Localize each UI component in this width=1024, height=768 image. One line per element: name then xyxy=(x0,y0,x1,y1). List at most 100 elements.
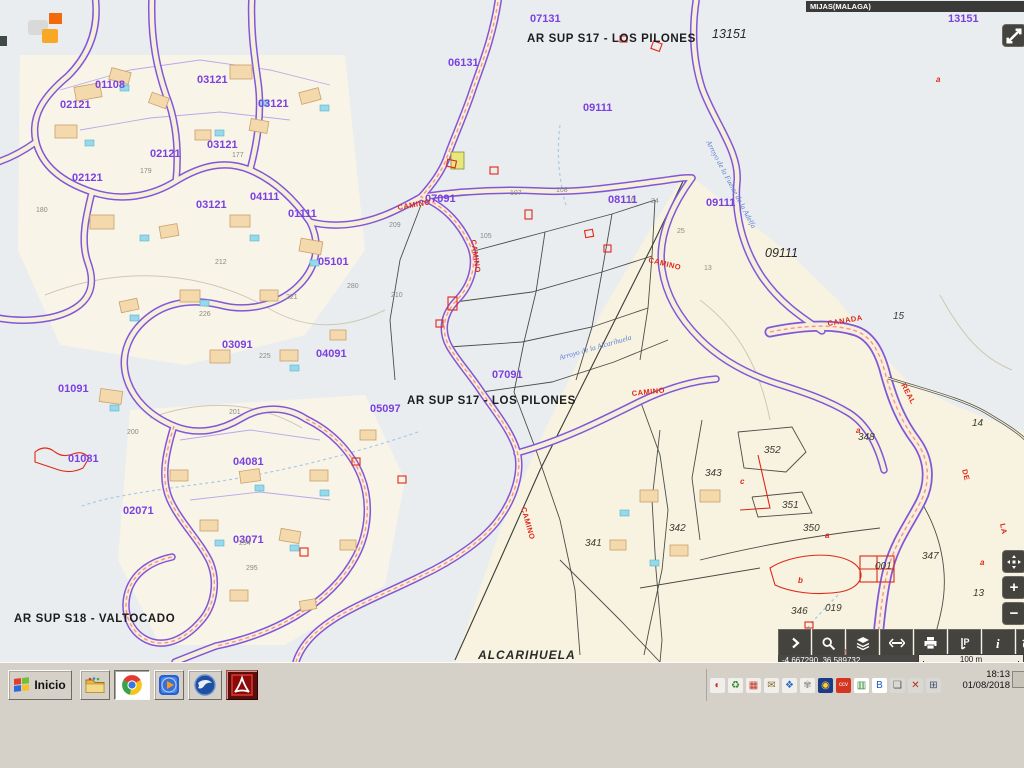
antivirus-icon[interactable]: ▦ xyxy=(746,678,761,693)
map-label: 200 xyxy=(127,429,139,436)
map-label: 350 xyxy=(803,523,820,534)
map-label: 01111 xyxy=(288,208,317,220)
network-icon[interactable]: ⊞ xyxy=(926,678,941,693)
map-label: 019 xyxy=(825,603,842,614)
map-label: 06131 xyxy=(448,57,479,69)
bluetooth-icon[interactable]: B xyxy=(872,678,887,693)
toolbar-info-button[interactable]: i xyxy=(982,629,1015,657)
map-label: 13151 xyxy=(712,27,747,41)
printer-icon xyxy=(923,636,938,650)
map-label: 294 xyxy=(239,540,251,547)
map-label: 09111 xyxy=(583,102,612,114)
printer-icon[interactable]: ❑ xyxy=(890,678,905,693)
map-label: a xyxy=(980,558,985,567)
mail-icon[interactable]: ✉ xyxy=(764,678,779,693)
map-label: 05097 xyxy=(370,403,401,415)
recycle-icon[interactable]: ♻ xyxy=(728,678,743,693)
expand-icon xyxy=(1003,24,1024,48)
map-label: 13151 xyxy=(948,13,979,25)
map-label: a xyxy=(856,426,861,435)
map-label: 226 xyxy=(199,311,211,318)
map-label: 108 xyxy=(556,187,568,194)
map-label: 03121 xyxy=(207,139,238,151)
windows-logo-icon xyxy=(14,677,30,693)
svg-text:P: P xyxy=(963,637,969,647)
thunderbird-icon xyxy=(193,673,217,697)
taskbar-acrobat-button[interactable] xyxy=(226,670,258,700)
map-label: 177 xyxy=(232,152,244,159)
layers-icon xyxy=(855,636,871,651)
map-label: 221 xyxy=(286,294,298,301)
map-label: a xyxy=(825,531,830,540)
layers-off-icon xyxy=(1020,636,1024,651)
map-label: 341 xyxy=(585,538,602,549)
map-label: 342 xyxy=(669,523,686,534)
map-label: 01081 xyxy=(68,453,99,465)
toolbar-layers-off-button[interactable] xyxy=(1016,629,1024,657)
knot-icon[interactable]: ✾ xyxy=(800,678,815,693)
wireless-icon[interactable]: ◉ xyxy=(818,678,833,693)
start-button[interactable]: Inicio xyxy=(8,670,72,700)
taskbar-thunderbird-button[interactable] xyxy=(188,670,222,700)
locate-p-icon: P xyxy=(958,636,972,651)
map-label: 02121 xyxy=(72,172,103,184)
map-label: 02121 xyxy=(60,99,91,111)
pan-button[interactable] xyxy=(1002,550,1024,573)
tray-icons: ◐♻▦✉❖✾◉ccv▥B❑✕⊞ xyxy=(707,678,941,693)
toolbar-measure-button[interactable] xyxy=(880,629,913,657)
pan-icon xyxy=(1007,555,1021,569)
map-label: 179 xyxy=(140,168,152,175)
folder-icon xyxy=(83,673,107,697)
stats-icon[interactable]: ▥ xyxy=(854,678,869,693)
volume-muted-icon[interactable]: ✕ xyxy=(908,678,923,693)
map-label: 348 xyxy=(858,432,875,443)
map-label: 03121 xyxy=(258,98,289,110)
toolbar-zoom-button[interactable] xyxy=(812,629,845,657)
zoom-in-button[interactable]: + xyxy=(1002,576,1024,599)
svg-text:i: i xyxy=(996,636,1000,650)
toolbar-chevron-button[interactable] xyxy=(778,629,811,657)
map-label: 210 xyxy=(391,292,403,299)
taskbar-clock[interactable]: 18:13 01/08/2018 xyxy=(946,669,1010,691)
taskbar-media-player-button[interactable] xyxy=(154,670,184,700)
map-label: 04081 xyxy=(233,456,264,468)
zoom-out-icon: − xyxy=(1010,605,1019,622)
map-label: 05101 xyxy=(318,256,349,268)
map-label: 201 xyxy=(229,409,241,416)
map-label: 03121 xyxy=(197,74,228,86)
map-viewport[interactable]: 0110803121021210312102121031210212103121… xyxy=(0,0,1024,662)
taskbar-chrome-button[interactable] xyxy=(114,670,150,700)
map-label: 347 xyxy=(922,551,939,562)
map-label: 03121 xyxy=(196,199,227,211)
map-label: 01108 xyxy=(95,79,125,91)
map-label: 209 xyxy=(389,222,401,229)
ccv-icon[interactable]: ccv xyxy=(836,678,851,693)
media-player-icon xyxy=(157,673,181,697)
map-label: ALCARIHUELA xyxy=(477,648,576,662)
expand-button[interactable] xyxy=(1002,24,1024,47)
map-label: 225 xyxy=(259,353,271,360)
toolbar-locate-button[interactable]: P xyxy=(948,629,981,657)
map-label: 180 xyxy=(36,207,48,214)
desktop: 0110803121021210312102121031210212103121… xyxy=(0,0,1024,768)
acrobat-icon xyxy=(230,673,254,697)
map-label: 04091 xyxy=(316,348,347,360)
map-label: 352 xyxy=(764,445,781,456)
map-label: 351 xyxy=(782,500,799,511)
taskbar-file-explorer-button[interactable] xyxy=(80,670,110,700)
tray-overflow-icon[interactable] xyxy=(1012,671,1024,688)
map-label: 346 xyxy=(791,606,808,617)
map-label: 09111 xyxy=(706,197,735,209)
info-icon: i xyxy=(995,636,1003,650)
toolbar-layers-button[interactable] xyxy=(846,629,879,657)
map-label: 01091 xyxy=(58,383,89,395)
sync-icon[interactable]: ❖ xyxy=(782,678,797,693)
map-region-title: MIJAS(MALAGA) xyxy=(806,1,1024,12)
cleaner-icon[interactable]: ◐ xyxy=(710,678,725,693)
zoom-out-button[interactable]: − xyxy=(1002,602,1024,625)
chevron-right-icon xyxy=(788,636,802,650)
map-label: 105 xyxy=(480,233,492,240)
toolbar-print-button[interactable] xyxy=(914,629,947,657)
map-label: 04111 xyxy=(250,191,279,203)
taskbar: Inicio xyxy=(0,662,1024,768)
